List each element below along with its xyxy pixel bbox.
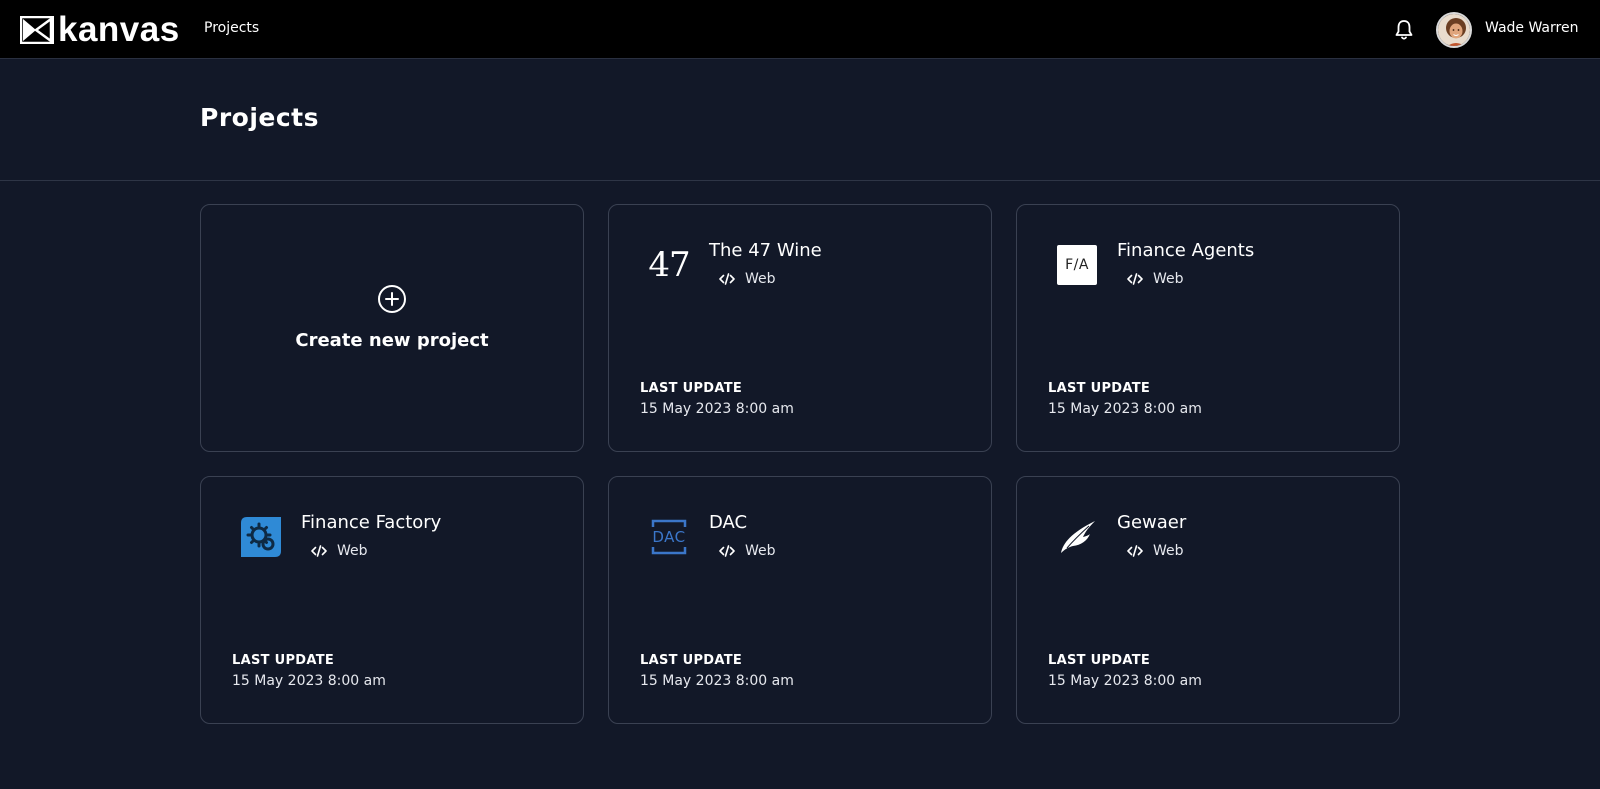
last-update-label: LAST UPDATE	[232, 653, 335, 668]
project-name: The 47 Wine	[709, 240, 822, 261]
kanvas-logo-icon	[20, 16, 54, 44]
project-type: Web	[1127, 543, 1184, 559]
project-type: Web	[719, 271, 776, 287]
gewaer-logo	[1057, 517, 1097, 557]
project-name: Gewaer	[1117, 512, 1187, 533]
project-type-label: Web	[745, 271, 776, 287]
project-card[interactable]: Finance Factory Web LAST UPDATE 15 May 2…	[200, 476, 584, 724]
code-icon	[1127, 273, 1143, 285]
last-update-value: 15 May 2023 8:00 am	[232, 673, 386, 689]
last-update-label: LAST UPDATE	[1048, 653, 1151, 668]
code-icon	[311, 545, 327, 557]
47-wine-logo-text: 47	[648, 245, 690, 285]
create-project-label: Create new project	[295, 329, 489, 351]
user-name[interactable]: Wade Warren	[1485, 20, 1578, 36]
last-update-label: LAST UPDATE	[640, 653, 743, 668]
project-type-label: Web	[337, 543, 368, 559]
project-name: Finance Agents	[1117, 240, 1255, 261]
kanvas-logo[interactable]: kanvas	[20, 10, 180, 49]
project-card[interactable]: DAC DAC Web LAST UPDATE 15 May 2023 8:00…	[608, 476, 992, 724]
project-type: Web	[1127, 271, 1184, 287]
last-update-label: LAST UPDATE	[640, 381, 743, 396]
page-title: Projects	[200, 103, 320, 132]
finance-agents-logo: F/A	[1057, 245, 1097, 285]
nav-projects-link[interactable]: Projects	[204, 20, 259, 36]
avatar[interactable]	[1436, 12, 1472, 48]
project-card[interactable]: 47 The 47 Wine Web LAST UPDATE 15 May 20…	[608, 204, 992, 452]
code-icon	[719, 545, 735, 557]
finance-agents-logo-text: F/A	[1065, 257, 1089, 273]
last-update-value: 15 May 2023 8:00 am	[640, 673, 794, 689]
project-card[interactable]: F/A Finance Agents Web LAST UPDATE 15 Ma…	[1016, 204, 1400, 452]
code-icon	[1127, 545, 1143, 557]
project-name: DAC	[709, 512, 748, 533]
finance-factory-logo	[241, 517, 281, 557]
project-type: Web	[719, 543, 776, 559]
project-type-label: Web	[745, 543, 776, 559]
project-type-label: Web	[1153, 543, 1184, 559]
last-update-value: 15 May 2023 8:00 am	[1048, 673, 1202, 689]
project-card[interactable]: Gewaer Web LAST UPDATE 15 May 2023 8:00 …	[1016, 476, 1400, 724]
project-name: Finance Factory	[301, 512, 442, 533]
page-header: Projects	[0, 59, 1600, 181]
create-project-card[interactable]: Create new project	[200, 204, 584, 452]
last-update-value: 15 May 2023 8:00 am	[640, 401, 794, 417]
last-update-label: LAST UPDATE	[1048, 381, 1151, 396]
dac-logo-text: DAC	[652, 528, 686, 546]
bell-icon[interactable]	[1394, 19, 1414, 41]
47-wine-logo: 47	[648, 245, 690, 285]
project-type-label: Web	[1153, 271, 1184, 287]
project-type: Web	[311, 543, 368, 559]
dac-logo: DAC	[649, 517, 689, 557]
last-update-value: 15 May 2023 8:00 am	[1048, 401, 1202, 417]
code-icon	[719, 273, 735, 285]
brand-name: kanvas	[58, 10, 180, 49]
plus-circle-icon	[378, 284, 406, 313]
top-bar: kanvas Projects Wade Warren	[0, 0, 1600, 59]
